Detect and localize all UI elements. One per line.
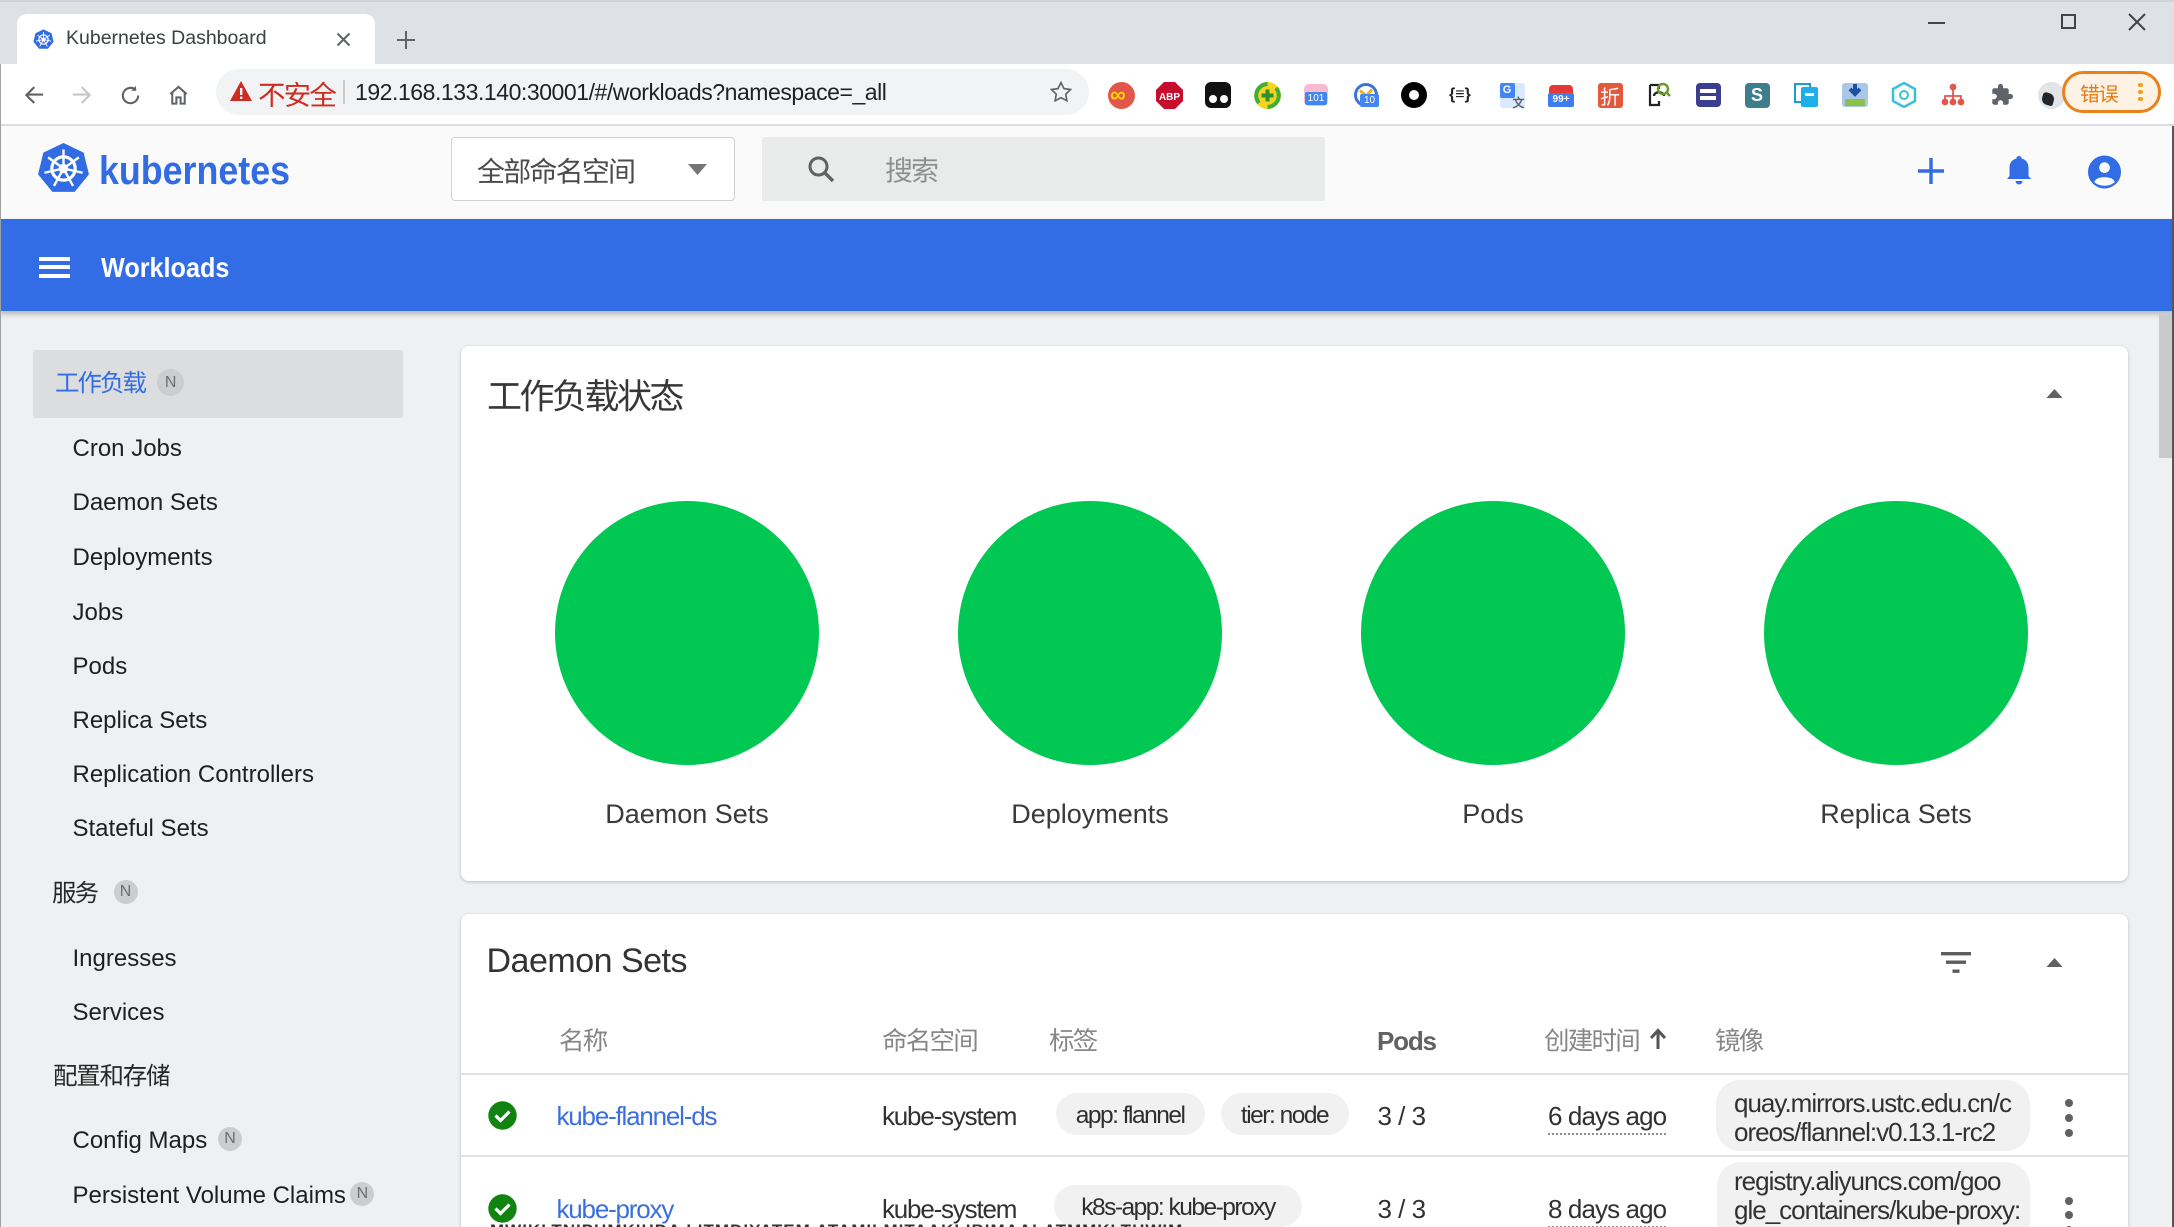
svg-text:ABP: ABP (1159, 92, 1180, 103)
